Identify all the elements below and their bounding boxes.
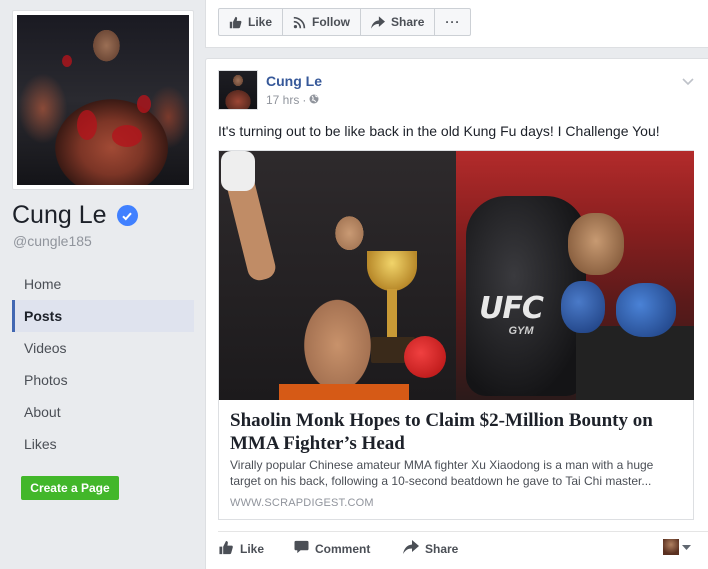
- photo-detail: [568, 213, 624, 275]
- nav-item-about[interactable]: About: [12, 396, 194, 428]
- link-preview-image[interactable]: UFC GYM: [219, 151, 694, 400]
- page-like-label: Like: [248, 15, 273, 29]
- page-like-button[interactable]: Like: [219, 9, 284, 35]
- thumbs-up-icon: [229, 16, 242, 29]
- profile-picture[interactable]: [17, 15, 189, 185]
- link-preview-description: Virally popular Chinese amateur MMA figh…: [230, 458, 654, 488]
- photo-detail: [387, 289, 397, 339]
- post-action-bar: Like Comment Share: [218, 531, 708, 565]
- post-timestamp[interactable]: 17 hrs: [266, 93, 299, 107]
- page-actions-card: Like Follow Share ···: [205, 0, 708, 48]
- link-preview-domain: WWW.SCRAPDIGEST.COM: [230, 497, 374, 509]
- page-action-buttons: Like Follow Share ···: [218, 8, 472, 36]
- nav-item-videos[interactable]: Videos: [12, 332, 194, 364]
- profile-picture-detail: [77, 110, 97, 140]
- shaolin-monk-photo: [219, 151, 456, 400]
- trophy-graphic: [367, 251, 417, 291]
- post-like-button[interactable]: Like: [218, 540, 264, 558]
- more-dots-icon: ···: [445, 15, 461, 29]
- link-preview-title[interactable]: Shaolin Monk Hopes to Claim $2-Million B…: [230, 409, 685, 455]
- caret-down-icon: [682, 538, 691, 556]
- nav-item-posts[interactable]: Posts: [12, 300, 194, 332]
- nav-item-photos[interactable]: Photos: [12, 364, 194, 396]
- page-nav: Home Posts Videos Photos About Likes: [12, 268, 194, 460]
- photo-detail: [404, 336, 446, 378]
- page-more-button[interactable]: ···: [435, 9, 470, 35]
- verified-badge-icon: [116, 205, 138, 226]
- post-author-name[interactable]: Cung Le: [266, 73, 322, 89]
- nav-item-likes[interactable]: Likes: [12, 428, 194, 460]
- post-share-label: Share: [425, 541, 459, 556]
- profile-picture-frame[interactable]: [12, 10, 194, 190]
- post-meta: 17 hrs ·: [266, 93, 319, 107]
- post-author-avatar[interactable]: [218, 70, 258, 110]
- post-comment-label: Comment: [315, 541, 371, 556]
- thumbs-up-icon: [218, 540, 234, 558]
- photo-detail: [221, 151, 255, 191]
- link-preview-card[interactable]: UFC GYM Shaolin Monk Hopes to Claim $2-M…: [218, 150, 694, 520]
- profile-picture-detail: [62, 55, 72, 67]
- mma-fighter-photo: UFC GYM: [456, 151, 694, 400]
- nav-item-home[interactable]: Home: [12, 268, 194, 300]
- post-share-button[interactable]: Share: [403, 540, 458, 557]
- react-as-selector[interactable]: [663, 538, 691, 556]
- page-username: @cungle185: [13, 233, 92, 249]
- page-name-text: Cung Le: [12, 201, 107, 229]
- share-arrow-icon: [371, 15, 386, 29]
- post-message: It's turning out to be like back in the …: [218, 123, 660, 139]
- page-share-label: Share: [391, 15, 425, 29]
- page-name: Cung Le: [12, 201, 138, 230]
- profile-picture-detail: [137, 95, 151, 113]
- ufc-logo-text: UFC: [479, 291, 544, 326]
- rss-follow-icon: [293, 16, 306, 29]
- photo-detail: [576, 326, 694, 400]
- page-follow-button[interactable]: Follow: [283, 9, 362, 35]
- ufc-gym-text: GYM: [508, 325, 534, 337]
- react-as-avatar: [663, 539, 679, 555]
- post-options-chevron-icon[interactable]: [682, 73, 694, 91]
- photo-detail: [279, 384, 409, 400]
- post-comment-button[interactable]: Comment: [294, 540, 370, 557]
- page-follow-label: Follow: [312, 15, 351, 29]
- photo-detail: [561, 281, 605, 333]
- meta-separator: ·: [302, 93, 307, 107]
- photo-detail: [616, 283, 676, 337]
- globe-icon[interactable]: [309, 93, 319, 107]
- comment-bubble-icon: [294, 540, 309, 557]
- post-card: Cung Le 17 hrs · It's turning out to be …: [205, 58, 708, 569]
- create-page-button[interactable]: Create a Page: [21, 476, 119, 500]
- post-like-label: Like: [240, 542, 265, 556]
- profile-picture-detail: [112, 125, 142, 147]
- share-arrow-icon: [403, 540, 419, 557]
- page-share-button[interactable]: Share: [361, 9, 436, 35]
